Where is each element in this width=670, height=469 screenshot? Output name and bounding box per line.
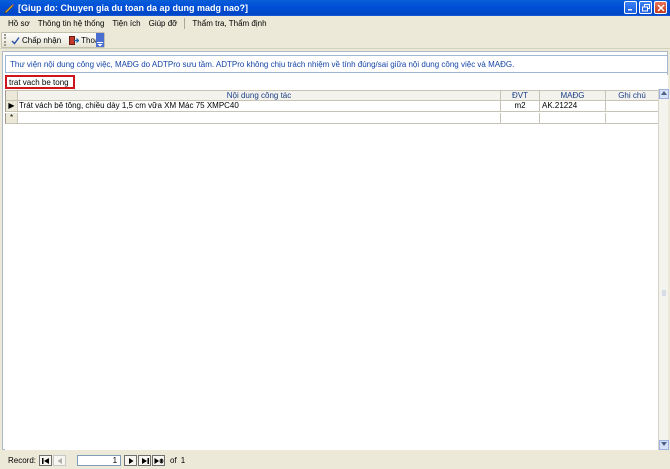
search-row: [5, 75, 668, 89]
library-notice: Thư viện nội dung công việc, MAĐG do ADT…: [5, 55, 668, 73]
menu-tham-tra[interactable]: Thẩm tra, Thẩm định: [188, 19, 270, 28]
menu-tien-ich[interactable]: Tiện ích: [108, 19, 144, 28]
scroll-down-button[interactable]: [659, 440, 669, 450]
restore-button[interactable]: [639, 1, 652, 14]
new-record-row[interactable]: *: [5, 113, 659, 124]
scroll-down-icon: [661, 442, 667, 446]
new-cell-madg[interactable]: [540, 113, 606, 124]
title-bar: [Giup do: Chuyen gia du toan da ap dung …: [0, 0, 670, 16]
cell-noi-dung-cong-tac[interactable]: Trát vách bê tông, chiều dày 1,5 cm vữa …: [18, 101, 501, 112]
toolbar-grip[interactable]: [4, 34, 6, 46]
next-record-icon: [128, 457, 134, 464]
header-noi-dung-cong-tac[interactable]: Nội dung công tác: [18, 90, 501, 101]
toolstrip: Chấp nhận Thoát: [1, 32, 105, 48]
previous-record-icon: [57, 457, 62, 464]
exit-icon: [69, 35, 80, 45]
record-number-input[interactable]: 1: [77, 455, 122, 466]
cell-madg[interactable]: AK.21224: [540, 101, 606, 112]
header-selector[interactable]: [5, 90, 18, 101]
new-cell-noi-dung[interactable]: [18, 113, 501, 124]
toolbar-overflow-chevron[interactable]: [96, 33, 104, 47]
last-record-button[interactable]: [138, 455, 152, 466]
new-record-icon: [154, 457, 164, 464]
record-label: Record:: [8, 456, 37, 465]
results-grid: Nội dung công tác ĐVT MAĐG Ghi chú ▶ Trá…: [5, 89, 669, 450]
last-record-icon: [141, 457, 149, 464]
accept-label: Chấp nhận: [22, 35, 62, 45]
close-icon: [656, 3, 665, 12]
scroll-up-icon: [661, 91, 667, 95]
next-record-button[interactable]: [124, 455, 138, 466]
minimize-icon: [628, 9, 632, 11]
new-row-indicator[interactable]: *: [5, 113, 18, 124]
cell-ghi-chu[interactable]: [606, 101, 659, 112]
new-cell-ghi-chu[interactable]: [606, 113, 659, 124]
pencil-icon: [4, 4, 14, 14]
accept-button[interactable]: Chấp nhận: [8, 36, 64, 45]
first-record-icon: [41, 457, 49, 464]
toolbar: Chấp nhận Thoát: [0, 31, 670, 49]
header-madg[interactable]: MAĐG: [540, 90, 606, 101]
current-row-indicator[interactable]: ▶: [5, 101, 18, 112]
menu-bar: Hồ sơ Thông tin hệ thống Tiện ích Giúp đ…: [0, 16, 670, 31]
first-record-button[interactable]: [39, 455, 53, 466]
record-navigator: Record: 1 of 1: [0, 452, 670, 469]
record-total: 1: [180, 456, 186, 465]
header-ghi-chu[interactable]: Ghi chú: [606, 90, 659, 101]
grid-header-row: Nội dung công tác ĐVT MAĐG Ghi chú: [5, 90, 659, 101]
scroll-thumb[interactable]: [659, 289, 669, 296]
cell-dvt[interactable]: m2: [501, 101, 540, 112]
main-panel: Thư viện nội dung công việc, MAĐG do ADT…: [2, 51, 669, 450]
header-dvt[interactable]: ĐVT: [501, 90, 540, 101]
menu-thong-tin-he-thong[interactable]: Thông tin hệ thống: [34, 19, 109, 28]
checkmark-icon: [11, 36, 20, 45]
new-cell-dvt[interactable]: [501, 113, 540, 124]
table-row[interactable]: ▶ Trát vách bê tông, chiều dày 1,5 cm vữ…: [5, 101, 659, 112]
menu-separator: [184, 18, 186, 29]
menu-ho-so[interactable]: Hồ sơ: [4, 19, 34, 28]
scroll-grip-icon: [662, 290, 666, 296]
restore-icon: [641, 3, 650, 11]
window-title: [Giup do: Chuyen gia du toan da ap dung …: [18, 3, 248, 13]
scroll-up-button[interactable]: [659, 89, 669, 99]
menu-giup-do[interactable]: Giúp đỡ: [145, 19, 182, 28]
new-record-button[interactable]: [152, 455, 166, 466]
chevron-down-icon: [97, 42, 103, 47]
previous-record-button[interactable]: [53, 455, 67, 466]
record-of-text: of: [170, 456, 177, 465]
minimize-button[interactable]: [624, 1, 637, 14]
vertical-scrollbar[interactable]: [658, 89, 669, 450]
close-button[interactable]: [654, 1, 667, 14]
search-input[interactable]: [5, 75, 75, 89]
